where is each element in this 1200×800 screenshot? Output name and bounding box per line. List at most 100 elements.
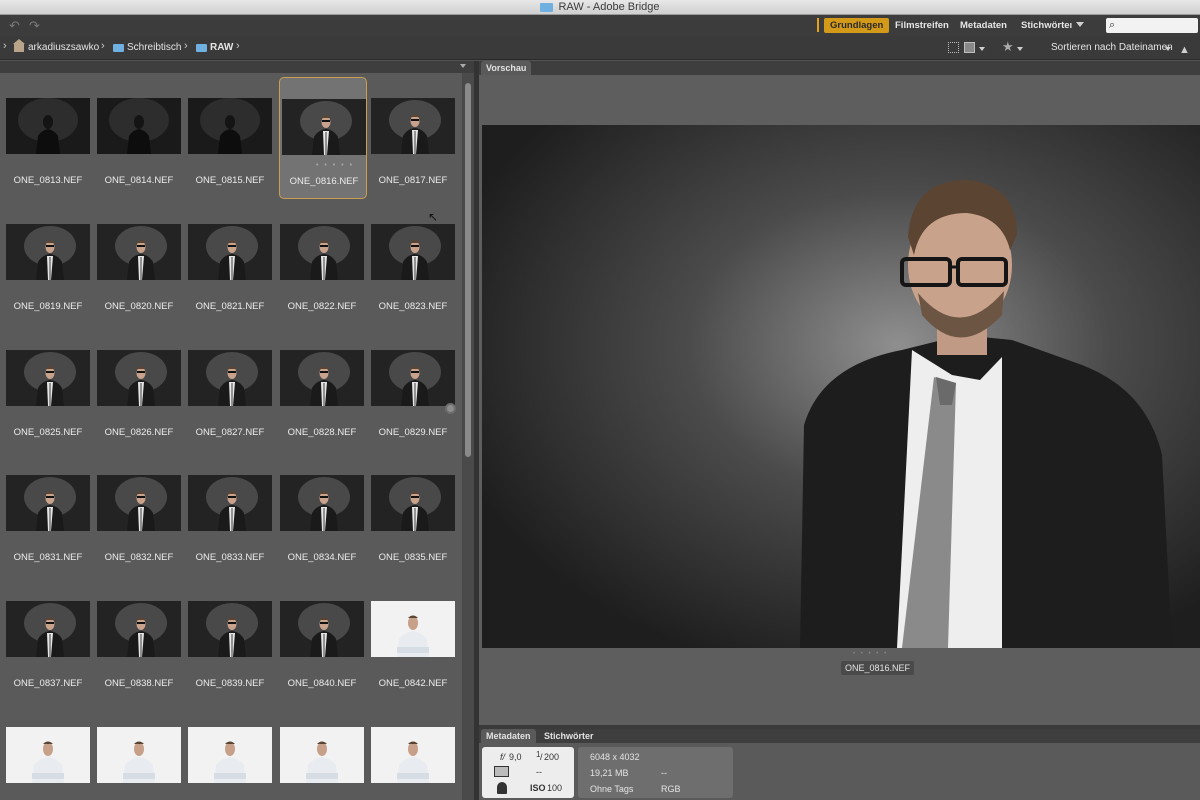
thumbnail-image (97, 224, 181, 280)
thumbnail-image (280, 475, 364, 531)
camera-data-box: f/ 9,0 1 / 200 -- ISO 100 (482, 747, 574, 798)
thumbnail-cell[interactable]: ONE_0823.NEF (365, 199, 455, 321)
thumbnail-filename: ONE_0827.NEF (195, 427, 265, 438)
undo-icon[interactable]: ↶ (9, 18, 20, 34)
thumbnail-cell[interactable] (0, 702, 90, 800)
iso-value: 100 (547, 783, 563, 793)
thumbnail-cell[interactable]: ONE_0821.NEF (182, 199, 272, 321)
thumbnail-cell[interactable]: ONE_0838.NEF (91, 576, 181, 698)
chevron-right-icon[interactable]: › (184, 40, 188, 52)
search-input[interactable]: ⌕ (1106, 18, 1198, 33)
thumbnail-cell[interactable] (274, 702, 364, 800)
sort-ascending-icon[interactable]: ▲ (1179, 44, 1190, 56)
thumbnail-cell[interactable]: ONE_0813.NEF (0, 73, 90, 195)
thumbnail-cell[interactable]: ONE_0820.NEF (91, 199, 181, 321)
thumbnail-cell[interactable]: ONE_0814.NEF (91, 73, 181, 195)
thumbnail-filename: ONE_0842.NEF (378, 678, 448, 689)
folder-icon (540, 2, 554, 12)
adobe-bridge-window: RAW - Adobe Bridge ↶ ↷ Grundlagen Filmst… (0, 0, 1200, 800)
thumbnail-cell[interactable]: ONE_0827.NEF (182, 325, 272, 447)
thumbnail-cell[interactable]: ONE_0831.NEF (0, 450, 90, 572)
workspace-divider (817, 18, 819, 32)
metering-icon (494, 766, 509, 777)
thumbnail-image (188, 601, 272, 657)
thumbnail-cell[interactable]: ONE_0828.NEF (274, 325, 364, 447)
content-scrollbar[interactable] (462, 73, 474, 800)
panel-menu-icon[interactable] (460, 64, 466, 68)
scroll-thumb[interactable] (465, 83, 471, 457)
chevron-right-icon[interactable]: › (101, 40, 105, 52)
thumbnail-image (6, 98, 90, 154)
thumbnail-filename: ONE_0831.NEF (13, 552, 83, 563)
thumbnail-cell[interactable]: ONE_0837.NEF (0, 576, 90, 698)
thumbnail-image (371, 98, 455, 154)
thumbnail-filename: ONE_0817.NEF (378, 175, 448, 186)
workspace-filmstreifen[interactable]: Filmstreifen (889, 18, 955, 33)
thumbnail-quality-icon[interactable] (948, 42, 959, 53)
chevron-right-icon[interactable]: › (3, 40, 7, 52)
search-icon: ⌕ (1109, 19, 1116, 31)
tab-vorschau[interactable]: Vorschau (481, 61, 532, 75)
mouse-cursor-icon: ↖ (428, 210, 439, 224)
metadata-panel: f/ 9,0 1 / 200 -- ISO 100 6048 x 4032 19… (479, 743, 1200, 800)
breadcrumb-desktop[interactable]: Schreibtisch (127, 41, 181, 55)
preview-tabbar: Vorschau (479, 61, 1200, 75)
thumbnail-cell[interactable]: ONE_0819.NEF (0, 199, 90, 321)
app-toolbar: ↶ ↷ Grundlagen Filmstreifen Metadaten St… (0, 15, 1200, 36)
thumbnail-cell[interactable]: ONE_0834.NEF (274, 450, 364, 572)
redo-icon[interactable]: ↷ (29, 18, 40, 34)
thumbnail-cell[interactable] (365, 702, 455, 800)
thumbnail-cell[interactable]: ONE_0840.NEF (274, 576, 364, 698)
folder-icon (113, 44, 124, 52)
thumbnail-image (6, 350, 90, 406)
thumbnail-image (371, 350, 455, 406)
chevron-down-icon[interactable] (1165, 47, 1171, 51)
thumbnail-cell[interactable]: ONE_0839.NEF (182, 576, 272, 698)
thumbnail-image (6, 224, 90, 280)
thumbnail-cell[interactable]: ONE_0825.NEF (0, 325, 90, 447)
thumbnail-cell[interactable]: • • • • • ONE_0816.NEF (279, 77, 367, 199)
thumbnail-cell[interactable]: ONE_0835.NEF (365, 450, 455, 572)
tab-metadaten[interactable]: Metadaten (481, 729, 536, 743)
thumbnail-cell[interactable]: ONE_0822.NEF (274, 199, 364, 321)
workspace-stichwoerter[interactable]: Stichwörteı (1015, 18, 1090, 33)
thumbnail-cell[interactable] (91, 702, 181, 800)
thumbnail-image (282, 99, 366, 155)
breadcrumb-raw[interactable]: RAW (210, 41, 233, 55)
chevron-down-icon[interactable] (1017, 47, 1023, 51)
thumbnail-filename: ONE_0839.NEF (195, 678, 265, 689)
chevron-right-icon[interactable]: › (236, 40, 240, 52)
view-mode-icon[interactable] (964, 42, 975, 53)
thumbnail-cell[interactable]: ONE_0833.NEF (182, 450, 272, 572)
thumbnail-filename: ONE_0822.NEF (287, 301, 357, 312)
thumbnail-cell[interactable]: ONE_0829.NEF (365, 325, 455, 447)
aperture-icon: f/ (500, 752, 506, 762)
content-panel-header (0, 61, 474, 73)
preview-image (482, 125, 1200, 648)
thumbnail-cell[interactable]: ONE_0826.NEF (91, 325, 181, 447)
aperture-value: 9,0 (509, 752, 522, 762)
thumbnail-filename: ONE_0814.NEF (104, 175, 174, 186)
thumbnail-filename: ONE_0838.NEF (104, 678, 174, 689)
thumbnail-cell[interactable]: ONE_0817.NEF (365, 73, 455, 195)
shutter-denominator: 200 (544, 752, 560, 762)
breadcrumb-user[interactable]: arkadiuszsawko (28, 41, 99, 55)
thumbnail-filename: ONE_0835.NEF (378, 552, 448, 563)
chevron-down-icon[interactable] (979, 47, 985, 51)
thumbnail-cell[interactable] (182, 702, 272, 800)
metadata-tabbar: Metadaten Stichwörter (479, 729, 1200, 743)
sort-dropdown[interactable]: Sortieren nach Dateinamen (1051, 42, 1173, 53)
rating-dots[interactable]: • • • • • (316, 162, 354, 169)
content-grid: ONE_0813.NEF ONE_0814.NEF ONE_0815.NEF • • … (0, 73, 462, 800)
workspace-metadaten[interactable]: Metadaten (954, 18, 1013, 33)
thumbnail-cell[interactable]: ONE_0815.NEF (182, 73, 272, 195)
preview-rating-dots[interactable]: • • • • • (853, 651, 888, 657)
thumbnail-filename: ONE_0821.NEF (195, 301, 265, 312)
thumbnail-image (280, 601, 364, 657)
thumbnail-cell[interactable]: ONE_0842.NEF (365, 576, 455, 698)
workspace-grundlagen[interactable]: Grundlagen (824, 18, 890, 33)
star-filter-icon[interactable]: ★ (1002, 39, 1014, 55)
thumbnail-cell[interactable]: ONE_0832.NEF (91, 450, 181, 572)
thumbnail-image (188, 350, 272, 406)
tab-stichwoerter[interactable]: Stichwörter (539, 729, 599, 743)
